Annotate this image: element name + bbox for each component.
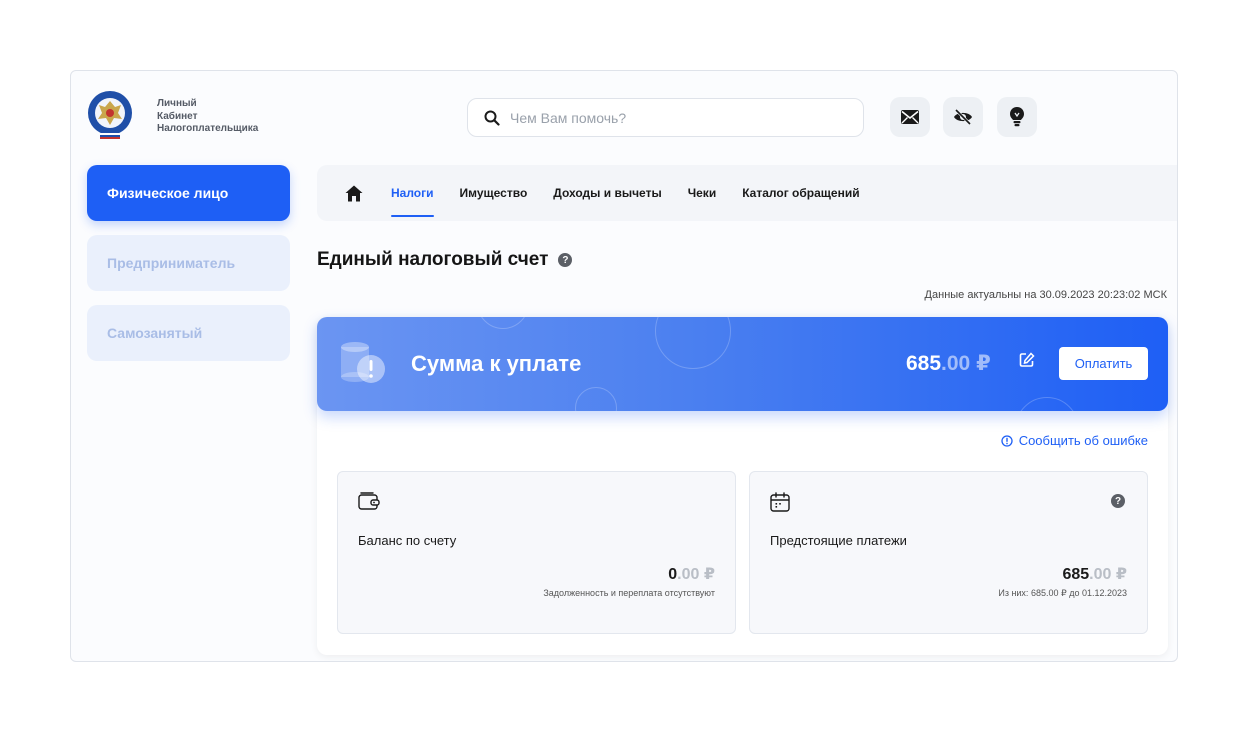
brand-line-2: Кабинет [157, 110, 198, 122]
upcoming-integer: 685 [1062, 566, 1090, 583]
amount-due-decimal: .00 ₽ [941, 352, 991, 375]
upcoming-note: Из них: 685.00 ₽ до 01.12.2023 [998, 588, 1127, 598]
banner-decor-circle [575, 387, 617, 411]
upcoming-value: 685.00 ₽ [1062, 564, 1127, 584]
pay-button[interactable]: Оплатить [1059, 347, 1148, 380]
tab-label: Доходы и вычеты [553, 186, 662, 200]
sidebar-item-label: Предприниматель [107, 255, 236, 271]
tab-taxes[interactable]: Налоги [391, 165, 434, 221]
balance-card: Баланс по счету 0.00 ₽ Задолженность и п… [337, 471, 736, 634]
amount-due-value: 685.00 ₽ [906, 351, 991, 376]
tab-property[interactable]: Имущество [460, 165, 528, 221]
sidebar-item-entrepreneur[interactable]: Предприниматель [87, 235, 290, 291]
amount-due-integer: 685 [906, 352, 942, 375]
fns-emblem-logo[interactable] [87, 89, 133, 143]
help-icon[interactable]: ? [558, 253, 573, 267]
tab-label: Каталог обращений [742, 186, 860, 200]
brand-line-1: Личный [157, 98, 197, 109]
tips-button[interactable] [997, 97, 1037, 137]
report-error-label: Сообщить об ошибке [1018, 433, 1148, 448]
sidebar-item-label: Физическое лицо [107, 185, 229, 201]
edit-icon[interactable] [1019, 352, 1035, 368]
upcoming-decimal: .00 ₽ [1089, 566, 1127, 583]
search-bar[interactable] [467, 98, 864, 137]
page-title-text: Единый налоговый счет [317, 249, 549, 270]
tax-account-card: Сумма к уплате 685.00 ₽ Оплатить Сообщит… [317, 317, 1168, 655]
banner-decor-circle [655, 317, 731, 369]
tab-income-deductions[interactable]: Доходы и вычеты [553, 165, 661, 221]
tab-label: Чеки [687, 186, 717, 200]
main-tabs: Налоги Имущество Доходы и вычеты Чеки Ка… [317, 165, 1177, 221]
tab-label: Имущество [459, 186, 528, 200]
balance-decimal: .00 ₽ [677, 566, 715, 583]
coins-warning-icon [341, 342, 385, 383]
lightbulb-icon [1010, 107, 1024, 127]
search-input[interactable] [510, 109, 840, 126]
amount-due-title: Сумма к уплате [411, 351, 582, 376]
banner-decor-circle [477, 317, 529, 329]
page-title: Единый налоговый счет ? [317, 249, 573, 271]
info-circle-icon [1001, 434, 1013, 447]
sidebar-item-label: Самозанятый [107, 325, 203, 341]
messages-button[interactable] [890, 97, 930, 137]
brand-line-3: Налогоплательщика [157, 123, 259, 134]
home-icon [345, 185, 363, 201]
sidebar-item-individual[interactable]: Физическое лицо [87, 165, 290, 221]
balance-note: Задолженность и переплата отсутствуют [543, 588, 715, 598]
mail-icon [901, 110, 919, 124]
upcoming-help-icon[interactable]: ? [1111, 494, 1125, 508]
eye-off-icon [954, 109, 972, 125]
balance-integer: 0 [668, 566, 678, 583]
tab-label: Налоги [391, 186, 434, 200]
balance-value: 0.00 ₽ [668, 564, 715, 584]
sidebar-item-self-employed[interactable]: Самозанятый [87, 305, 290, 361]
data-updated-text: Данные актуальны на 30.09.2023 20:23:02 … [924, 289, 1167, 301]
home-tab[interactable] [345, 185, 363, 202]
report-error-link[interactable]: Сообщить об ошибке [1001, 433, 1148, 448]
upcoming-label: Предстоящие платежи [770, 533, 907, 548]
balance-label: Баланс по счету [358, 533, 457, 548]
hide-amounts-button[interactable] [943, 97, 983, 137]
tab-requests-catalog[interactable]: Каталог обращений [742, 165, 859, 221]
search-icon [484, 110, 500, 126]
brand-title: Личный Кабинет Налогоплательщика [157, 98, 258, 136]
amount-due-banner: Сумма к уплате 685.00 ₽ Оплатить [317, 317, 1168, 411]
upcoming-payments-card: ? Предстоящие платежи 685.00 ₽ Из них: 6… [749, 471, 1148, 634]
tab-receipts[interactable]: Чеки [688, 165, 717, 221]
app-window: Личный Кабинет Налогоплательщика Чем Вам… [70, 70, 1178, 662]
calendar-icon [770, 492, 790, 512]
banner-decor-circle [1015, 397, 1079, 411]
wallet-icon [358, 492, 380, 510]
